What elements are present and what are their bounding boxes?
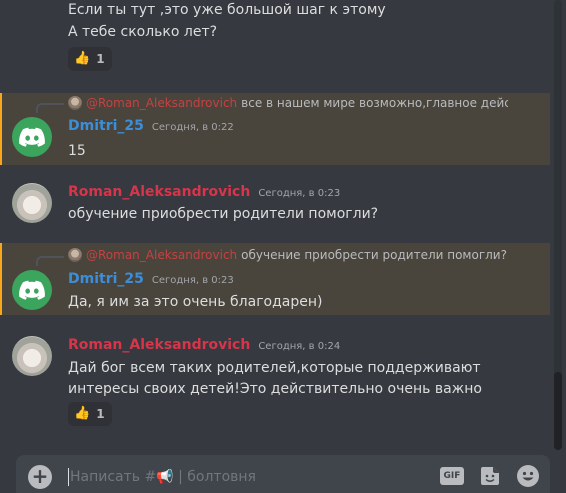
message-composer: + GIF bbox=[16, 455, 550, 493]
reply-text: все в нашем мире возможно,главное дейс bbox=[241, 96, 508, 110]
message-text: 15 bbox=[68, 143, 86, 159]
discord-logo-icon bbox=[19, 280, 45, 300]
plus-circle-icon[interactable]: + bbox=[28, 465, 52, 489]
reply-avatar bbox=[68, 248, 82, 262]
timestamp: Сегодня, в 0:24 bbox=[258, 341, 341, 352]
avatar[interactable] bbox=[12, 270, 52, 310]
timestamp: Сегодня, в 0:23 bbox=[258, 188, 341, 199]
reaction-count: 1 bbox=[96, 52, 105, 66]
reaction-thumbs-up[interactable]: 👍 1 bbox=[68, 47, 112, 71]
reply-text: обучение приобрести родители помогли? bbox=[241, 248, 507, 262]
username[interactable]: Roman_Aleksandrovich bbox=[68, 184, 250, 200]
message-header: Roman_Aleksandrovich Сегодня, в 0:24 bbox=[68, 337, 340, 357]
scrollbar-thumb[interactable] bbox=[554, 372, 562, 450]
message-text: А тебе сколько лет? bbox=[68, 24, 218, 40]
message-text: Если ты тут ,это уже большой шаг к этому bbox=[68, 2, 386, 18]
message-header: Dmitri_25 Сегодня, в 0:23 bbox=[68, 271, 234, 291]
reply-avatar bbox=[68, 96, 82, 110]
message-text: обучение приобрести родители помогли? bbox=[68, 206, 379, 222]
reply-preview[interactable]: @Roman_Aleksandrovich обучение приобрест… bbox=[68, 247, 508, 263]
thumbs-up-icon: 👍 bbox=[74, 406, 91, 421]
smile-icon[interactable] bbox=[516, 464, 540, 488]
timestamp: Сегодня, в 0:22 bbox=[151, 122, 234, 133]
reply-mention[interactable]: @Roman_Aleksandrovich bbox=[86, 96, 237, 110]
thumbs-up-icon: 👍 bbox=[74, 51, 91, 66]
sticker-icon[interactable] bbox=[479, 465, 501, 487]
message-text: Да, я им за это очень благодарен) bbox=[68, 294, 323, 310]
reply-preview[interactable]: @Roman_Aleksandrovich все в нашем мире в… bbox=[68, 95, 508, 111]
username[interactable]: Dmitri_25 bbox=[68, 271, 144, 287]
text-caret bbox=[68, 468, 69, 486]
avatar[interactable] bbox=[12, 117, 52, 157]
username[interactable]: Roman_Aleksandrovich bbox=[68, 337, 250, 353]
username[interactable]: Dmitri_25 bbox=[68, 118, 144, 134]
message-text: интересы своих детей!Это действительно о… bbox=[68, 381, 482, 397]
gif-icon[interactable]: GIF bbox=[440, 467, 464, 485]
reaction-thumbs-up[interactable]: 👍 1 bbox=[68, 402, 112, 426]
message-text: Дай бог всем таких родителей,которые под… bbox=[68, 360, 481, 376]
avatar[interactable] bbox=[12, 336, 52, 376]
reply-connector bbox=[36, 103, 64, 113]
message-header: Roman_Aleksandrovich Сегодня, в 0:23 bbox=[68, 184, 340, 204]
timestamp: Сегодня, в 0:23 bbox=[151, 275, 234, 286]
reply-mention[interactable]: @Roman_Aleksandrovich bbox=[86, 248, 237, 262]
discord-logo-icon bbox=[19, 127, 45, 147]
reply-connector bbox=[36, 256, 64, 266]
scrollbar[interactable] bbox=[554, 0, 562, 450]
reaction-count: 1 bbox=[96, 407, 105, 421]
message-header: Dmitri_25 Сегодня, в 0:22 bbox=[68, 118, 234, 138]
avatar[interactable] bbox=[12, 183, 52, 223]
message-list: Если ты тут ,это уже большой шаг к этому… bbox=[0, 0, 550, 450]
message-input[interactable] bbox=[70, 466, 400, 488]
